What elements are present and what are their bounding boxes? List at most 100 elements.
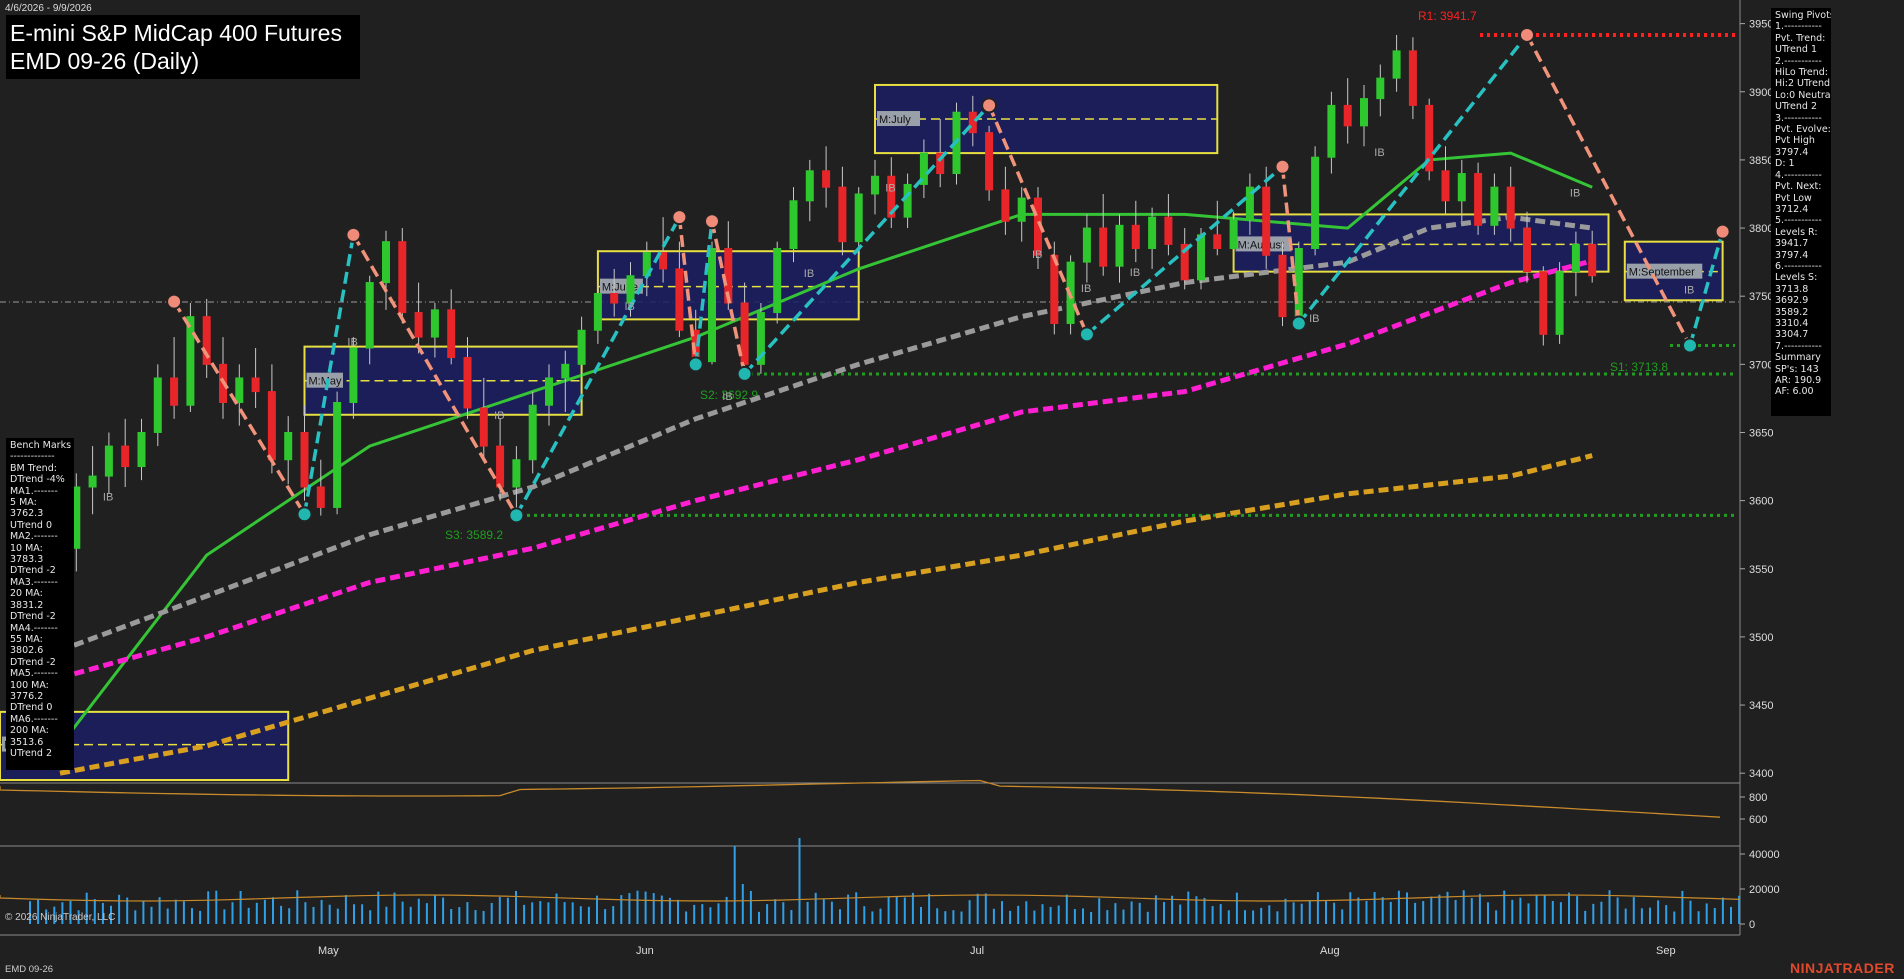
bench-panel-line: Bench Marks [10, 440, 72, 451]
candle-body [170, 377, 179, 406]
y-tick-label: 3850 [1749, 155, 1773, 167]
candle-body [1523, 227, 1531, 273]
bench-panel-line: MA5.------- [10, 668, 58, 680]
bench-panel-line: MA2.------- [10, 531, 58, 543]
candle-body [1001, 189, 1010, 222]
candle-body [985, 132, 994, 191]
candle-body [1294, 247, 1303, 318]
bench-panel-line: 55 MA: [10, 633, 43, 645]
candle-body [1474, 173, 1483, 226]
swing-panel-line: Levels S: [1775, 272, 1818, 284]
candle-body [414, 312, 423, 338]
swing-panel-line: UTrend 1 [1775, 44, 1818, 56]
candle-body [1278, 254, 1287, 318]
candle-body [1457, 173, 1466, 202]
candle-body [1017, 197, 1026, 222]
swing-panel-line: Summary [1775, 352, 1821, 364]
candle-body [1539, 271, 1548, 335]
candle-body [512, 459, 521, 488]
price-chart[interactable]: 3400 3450 3500 3550 3600 3650 3700 3750 3800 3850… [0, 0, 1904, 979]
candle-body [137, 431, 146, 468]
y-tick-label: 3800 [1749, 223, 1773, 235]
swing-panel-line: 3.----------- [1775, 112, 1822, 124]
swing-panel-line: 5.----------- [1775, 215, 1822, 227]
swing-pivot-marker [1078, 326, 1095, 343]
bench-panel-line: 3831.2 [10, 599, 44, 611]
date-range: 4/6/2026 - 9/9/2026 [5, 3, 92, 14]
candle-body [1392, 50, 1401, 79]
candle-body [871, 175, 879, 195]
level-label: S3: 3589.2 [445, 528, 503, 542]
y-tick-label: 3950 [1749, 19, 1773, 31]
monthly-box [303, 345, 583, 416]
y-tick-label: 3600 [1749, 496, 1773, 508]
bench-panel-line: 20 MA: [10, 588, 43, 600]
candle-body [1099, 227, 1108, 267]
volume-tick-label: 20000 [1749, 884, 1780, 896]
candle-body [284, 431, 293, 461]
swing-pivot-marker [1714, 223, 1731, 240]
candle-body [430, 309, 439, 338]
swing-pivot-marker [704, 213, 720, 230]
bench-panel-line: 3802.6 [10, 645, 44, 657]
ib-marker: IB [1684, 284, 1694, 296]
bench-panel-line: MA3.------- [10, 576, 58, 588]
candle-body [1213, 234, 1222, 249]
candle-body [316, 486, 325, 508]
chart-subtitle: EMD 09-26 (Daily) [10, 48, 200, 74]
ib-marker: IB [103, 492, 113, 504]
swing-pivot-marker [671, 209, 688, 226]
x-tick-label: May [318, 945, 339, 957]
candle-body [1115, 224, 1124, 267]
swing-panel-line: SP's: 143 [1775, 363, 1819, 375]
y-tick-label: 3400 [1749, 768, 1773, 780]
candle-body [1408, 50, 1417, 106]
swing-pivot-marker [1519, 26, 1535, 43]
candle-body [1262, 186, 1271, 256]
monthly-box-label: M:August [1238, 239, 1284, 251]
candle-body [88, 475, 97, 488]
swing-panel-line: 3310.4 [1775, 317, 1809, 329]
swing-pivot-marker [981, 97, 998, 114]
candle-body [577, 329, 586, 365]
volume-tick-label: 40000 [1749, 849, 1780, 861]
bench-panel-line: MA6.------- [10, 713, 58, 725]
x-tick-label: Sep [1656, 945, 1676, 957]
candle-body [1082, 227, 1091, 263]
bench-panel-line: 5 MA: [10, 497, 37, 509]
swing-pivot-marker [1290, 315, 1307, 332]
volume-tick-label: 0 [1749, 919, 1755, 931]
swing-panel-line: Hi:2 UTrend [1775, 78, 1831, 90]
bench-panel-line: 3762.3 [10, 508, 44, 520]
candle-body [333, 401, 342, 508]
candle-body [545, 377, 553, 406]
ib-marker: IB [1309, 313, 1319, 325]
open-interest-line [0, 779, 1721, 818]
x-tick-label: Jul [970, 945, 984, 957]
candle-body [1164, 216, 1173, 245]
candle-body [1588, 243, 1597, 277]
y-tick-label: 3700 [1749, 359, 1773, 371]
candle-body [610, 292, 619, 304]
bench-marks-panel: Bench Marks ------------- BM Trend: DTrend … [6, 438, 74, 770]
bench-panel-line: MA1.------- [10, 485, 58, 497]
bench-panel-line: 100 MA: [10, 679, 49, 691]
candle-body [121, 445, 130, 468]
swing-line [743, 104, 991, 376]
copyright-text: © 2026 NinjaTrader, LLC [5, 912, 116, 923]
candle-body [251, 377, 260, 393]
candle-body [382, 241, 390, 284]
ib-marker: IB [1570, 188, 1580, 200]
ib-marker: IB [804, 268, 814, 280]
level-label: S1: 3713.8 [1610, 360, 1668, 374]
bench-panel-line: DTrend 0 [10, 702, 53, 714]
candle-body [838, 186, 847, 243]
swing-panel-line: Pvt. Trend: [1775, 32, 1826, 44]
candle-body [903, 183, 912, 218]
candle-body [773, 247, 782, 314]
candle-body [561, 363, 570, 379]
swing-panel-line: 4.----------- [1775, 169, 1822, 181]
swing-panel-line: Pvt. Next: [1775, 181, 1822, 193]
candle-body [708, 247, 716, 363]
bench-panel-line: ------------- [10, 451, 55, 463]
